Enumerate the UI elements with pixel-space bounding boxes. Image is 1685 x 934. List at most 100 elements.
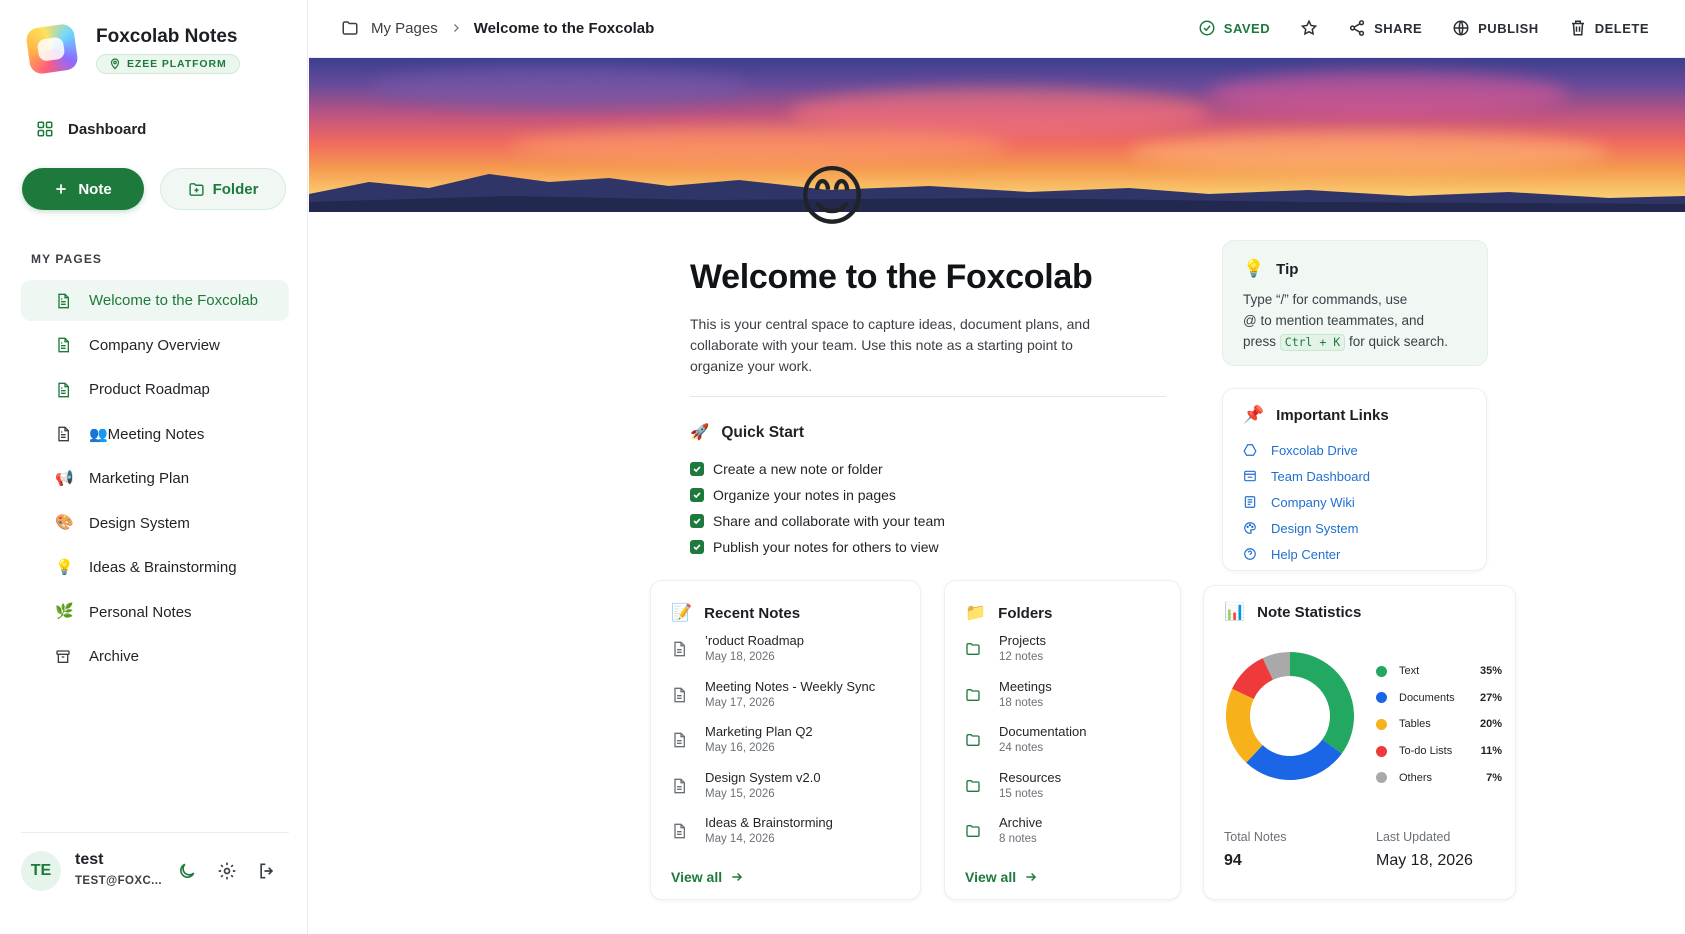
link-label: Team Dashboard — [1271, 468, 1370, 484]
legend-label: Text — [1399, 665, 1420, 678]
list-item[interactable]: Meetings 18 notes — [965, 679, 1086, 725]
gear-icon[interactable] — [217, 861, 237, 881]
new-note-label: Note — [78, 180, 112, 198]
document-icon — [58, 337, 69, 353]
view-all-folders-link[interactable]: View all — [965, 869, 1038, 885]
folders-heading: 📁 Folders — [965, 603, 1052, 623]
sidebar-item-welcome[interactable]: Welcome to the Foxcolab — [21, 280, 289, 321]
folder-name: Resources — [999, 769, 1062, 785]
list-item[interactable]: Design System v2.0 May 15, 2026 — [671, 770, 875, 816]
list-item[interactable]: Documentation 24 notes — [965, 724, 1086, 770]
megaphone-icon: 📢 — [55, 469, 74, 487]
breadcrumb-root[interactable]: My Pages — [371, 20, 438, 37]
quick-start-title: Quick Start — [721, 423, 805, 441]
note-title: Design System v2.0 — [705, 769, 821, 785]
lightbulb-icon: 💡 — [1243, 259, 1265, 278]
sidebar-item-product-roadmap[interactable]: Product Roadmap — [21, 369, 289, 410]
checklist-label: Create a new note or folder — [713, 461, 883, 477]
share-button[interactable]: SHARE — [1348, 19, 1422, 37]
links-list: Foxcolab Drive Team Dashboard Company Wi… — [1243, 437, 1370, 567]
list-item[interactable]: Ideas & Brainstorming May 14, 2026 — [671, 815, 875, 861]
palette-icon: 🎨 — [55, 514, 74, 531]
publish-button[interactable]: PUBLISH — [1452, 19, 1539, 37]
logout-icon[interactable] — [257, 861, 277, 881]
link-design-system[interactable]: Design System — [1243, 515, 1370, 541]
moon-icon[interactable] — [177, 861, 197, 881]
sidebar-item-personal-notes[interactable]: 🌿 Personal Notes — [21, 592, 289, 633]
sidebar-item-archive[interactable]: Archive — [21, 636, 289, 677]
sidebar-item-ideas[interactable]: 💡 Ideas & Brainstorming — [21, 547, 289, 588]
list-item[interactable]: Archive 8 notes — [965, 815, 1086, 861]
document-icon — [58, 293, 69, 308]
saved-status: SAVED — [1198, 19, 1270, 37]
delete-button[interactable]: DELETE — [1569, 19, 1649, 37]
dashboard-link[interactable]: Dashboard — [36, 120, 146, 138]
folder-icon — [966, 734, 980, 746]
link-label: Foxcolab Drive — [1271, 442, 1358, 458]
lightbulb-icon: 💡 — [55, 558, 74, 576]
breadcrumb: My Pages Welcome to the Foxcolab — [341, 19, 654, 37]
donut-segment-others — [1262, 652, 1291, 681]
list-item[interactable]: ’roduct Roadmap May 18, 2026 — [671, 633, 875, 679]
page-emoji-icon[interactable]: 😊 — [793, 157, 871, 235]
checkbox[interactable] — [690, 514, 704, 528]
checkbox[interactable] — [690, 488, 704, 502]
sidebar-item-meeting-notes[interactable]: 👥Meeting Notes — [21, 414, 289, 455]
sidebar-item-design-system[interactable]: 🎨 Design System — [21, 503, 289, 544]
note-date: May 15, 2026 — [705, 787, 775, 800]
folder-icon — [966, 825, 980, 837]
view-all-notes-link[interactable]: View all — [671, 869, 744, 885]
app-title: Foxcolab Notes — [96, 26, 238, 47]
favorite-button[interactable] — [1300, 19, 1318, 37]
saved-label: SAVED — [1223, 20, 1271, 36]
donut-segment-to-do-lists — [1232, 658, 1274, 700]
note-date: May 18, 2026 — [705, 651, 775, 663]
check-icon — [693, 492, 701, 499]
new-note-button[interactable]: Note — [22, 168, 144, 210]
sidebar-item-company-overview[interactable]: Company Overview — [21, 325, 289, 366]
note-statistics-heading: 📊 Note Statistics — [1224, 602, 1361, 622]
sidebar-item-marketing-plan[interactable]: 📢 Marketing Plan — [21, 458, 289, 499]
checkbox[interactable] — [690, 540, 704, 554]
legend-item-documents: Documents 27% — [1376, 685, 1502, 712]
link-help-center[interactable]: Help Center — [1243, 541, 1370, 567]
user-email: TEST@FOXC... — [75, 875, 162, 887]
page-title[interactable]: Welcome to the Foxcolab — [690, 258, 1093, 297]
list-item[interactable]: Projects 12 notes — [965, 633, 1086, 679]
check-icon — [693, 466, 701, 473]
new-folder-button[interactable]: Folder — [160, 168, 286, 210]
donut-segment-documents — [1246, 739, 1342, 780]
link-foxcolab-drive[interactable]: Foxcolab Drive — [1243, 437, 1370, 463]
globe-icon — [1453, 20, 1469, 36]
document-icon — [674, 687, 685, 702]
note-title: Marketing Plan Q2 — [705, 724, 813, 739]
folder-name: Documentation — [999, 724, 1087, 739]
tip-title: Tip — [1276, 260, 1299, 278]
avatar[interactable]: TE — [21, 851, 61, 891]
app-logo — [25, 22, 79, 76]
trash-icon — [1571, 20, 1584, 36]
star-icon — [1300, 19, 1318, 36]
tip-line: press Ctrl + K for quick search. — [1243, 331, 1473, 352]
legend-value: 35% — [1479, 665, 1502, 678]
grid-icon — [37, 121, 53, 137]
tip-line-text: for quick search. — [1348, 334, 1448, 349]
list-item[interactable]: Resources 15 notes — [965, 770, 1086, 816]
checkbox[interactable] — [690, 462, 704, 476]
recent-notes-title: Recent Notes — [704, 604, 801, 622]
check-icon — [693, 544, 701, 551]
list-item[interactable]: Marketing Plan Q2 May 16, 2026 — [671, 724, 875, 770]
link-team-dashboard[interactable]: Team Dashboard — [1243, 463, 1370, 489]
sidebar-item-label: Marketing Plan — [89, 470, 190, 487]
page-intro[interactable]: This is your central space to capture id… — [690, 314, 1130, 377]
link-company-wiki[interactable]: Company Wiki — [1243, 489, 1370, 515]
palette-icon — [1244, 522, 1256, 534]
share-label: SHARE — [1374, 20, 1423, 36]
legend-dot — [1376, 665, 1387, 677]
page-actions: SAVED SHARE PUBLISH DELETE — [1198, 19, 1649, 37]
checklist-item: Organize your notes in pages — [690, 482, 945, 508]
keyboard-shortcut: Ctrl + K — [1279, 334, 1346, 351]
cover-image[interactable] — [309, 58, 1685, 212]
list-item[interactable]: Meeting Notes - Weekly Sync May 17, 2026 — [671, 679, 875, 725]
legend-label: Documents — [1399, 691, 1455, 704]
